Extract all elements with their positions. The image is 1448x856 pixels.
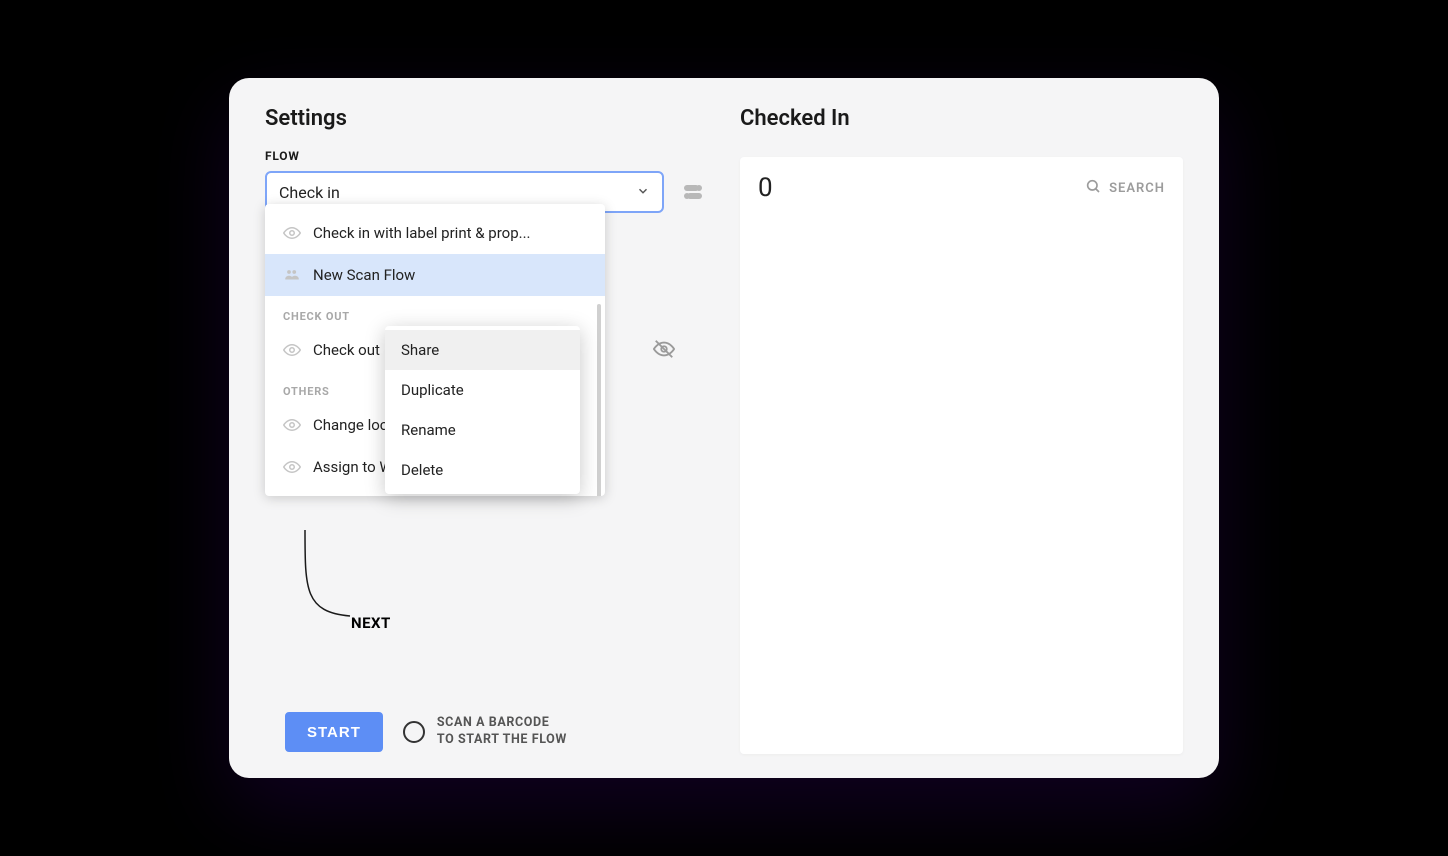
eye-icon bbox=[283, 341, 301, 359]
next-label: NEXT bbox=[351, 614, 391, 632]
visibility-off-icon[interactable] bbox=[653, 338, 675, 364]
chevron-down-icon bbox=[636, 183, 650, 202]
search-button[interactable]: SEARCH bbox=[1085, 178, 1165, 198]
flow-option-label: Check out bbox=[313, 341, 380, 359]
app-window: Settings FLOW Check in Check in with lab… bbox=[229, 78, 1219, 778]
dropdown-section-checkout: CHECK OUT bbox=[265, 296, 605, 329]
dropdown-scrollbar[interactable] bbox=[597, 304, 601, 496]
scan-hint: SCAN A BARCODE TO START THE FLOW bbox=[403, 715, 567, 749]
context-delete[interactable]: Delete bbox=[385, 450, 580, 490]
flow-select-value: Check in bbox=[279, 183, 340, 202]
flow-option-new-scan-flow[interactable]: New Scan Flow bbox=[265, 254, 605, 296]
start-button[interactable]: START bbox=[285, 712, 383, 752]
eye-icon bbox=[283, 224, 301, 242]
checked-in-panel: 0 SEARCH bbox=[740, 157, 1183, 754]
context-duplicate[interactable]: Duplicate bbox=[385, 370, 580, 410]
settings-title: Settings bbox=[265, 106, 708, 131]
scan-hint-line2: TO START THE FLOW bbox=[437, 732, 567, 749]
scan-hint-text: SCAN A BARCODE TO START THE FLOW bbox=[437, 715, 567, 749]
checked-in-header: 0 SEARCH bbox=[758, 173, 1165, 203]
flow-option-checkin-labelprint[interactable]: Check in with label print & prop... bbox=[265, 212, 605, 254]
bottom-bar: START SCAN A BARCODE TO START THE FLOW bbox=[285, 712, 567, 752]
flow-option-label: Assign to W bbox=[313, 458, 393, 476]
flow-option-label: Check in with label print & prop... bbox=[313, 224, 531, 242]
flow-label: FLOW bbox=[265, 149, 708, 163]
scan-hint-line1: SCAN A BARCODE bbox=[437, 715, 567, 732]
eye-icon bbox=[283, 458, 301, 476]
eye-icon bbox=[283, 416, 301, 434]
scan-indicator-icon bbox=[403, 721, 425, 743]
flow-context-menu: Share Duplicate Rename Delete bbox=[385, 326, 580, 494]
checked-in-pane: Checked In 0 SEARCH bbox=[740, 106, 1183, 754]
flow-connector-line bbox=[295, 530, 357, 622]
settings-pane: Settings FLOW Check in Check in with lab… bbox=[265, 106, 708, 754]
flow-option-label: Change loc bbox=[313, 416, 388, 434]
checked-in-title: Checked In bbox=[740, 106, 1183, 131]
context-rename[interactable]: Rename bbox=[385, 410, 580, 450]
flow-option-label: New Scan Flow bbox=[313, 266, 415, 284]
checked-in-count: 0 bbox=[758, 173, 773, 203]
search-label: SEARCH bbox=[1109, 181, 1165, 196]
people-icon bbox=[283, 266, 301, 284]
flow-toggle-icon[interactable] bbox=[678, 177, 708, 207]
context-share[interactable]: Share bbox=[385, 330, 580, 370]
search-icon bbox=[1085, 178, 1101, 198]
